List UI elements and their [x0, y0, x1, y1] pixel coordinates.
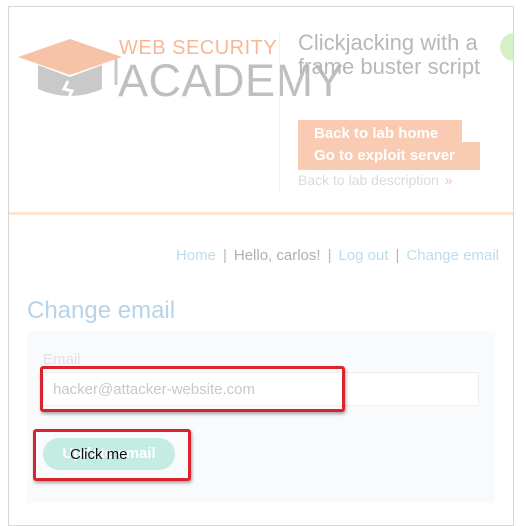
lab-title: Clickjacking with a frame buster script [298, 30, 481, 79]
click-me-decoy-label[interactable]: Click me [70, 446, 128, 463]
nav-greeting: Hello, carlos! [233, 247, 321, 264]
header-divider [279, 33, 280, 193]
nav-log-out-link[interactable]: Log out [338, 247, 388, 264]
lab-header: WEB SECURITY ACADEMY Clickjacking with a… [9, 7, 513, 213]
back-to-lab-description-label: Back to lab description [298, 172, 439, 188]
nav-separator: | [327, 247, 332, 264]
account-nav: Home | Hello, carlos! | Log out | Change email [9, 247, 499, 264]
double-chevron-right-icon: » [444, 172, 453, 188]
go-to-exploit-server-button[interactable]: Go to exploit server [298, 142, 480, 170]
nav-separator: | [395, 247, 400, 264]
graduation-cap-icon [18, 39, 122, 100]
nav-change-email-link[interactable]: Change email [406, 247, 499, 264]
decoy-input-highlight [40, 366, 345, 412]
lab-status-badge [500, 33, 513, 61]
nav-separator: | [222, 247, 227, 264]
back-to-lab-description-link[interactable]: Back to lab description » [298, 172, 453, 188]
nav-home-link[interactable]: Home [176, 247, 216, 264]
page-title: Change email [27, 297, 176, 324]
header-separator [9, 212, 513, 215]
